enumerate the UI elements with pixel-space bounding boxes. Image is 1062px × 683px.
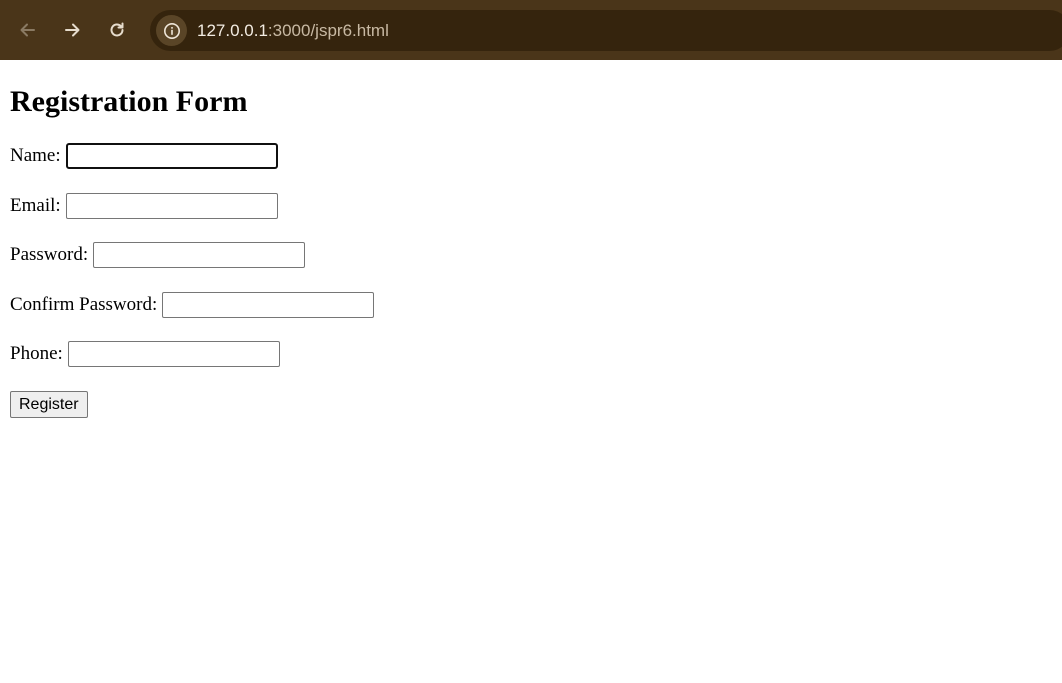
page-title: Registration Form <box>10 85 248 118</box>
name-field[interactable] <box>65 143 278 169</box>
address-bar[interactable]: 127.0.0.1:3000/jspr6.html <box>150 10 1062 51</box>
phone-field[interactable] <box>67 341 280 367</box>
browser-toolbar: 127.0.0.1:3000/jspr6.html <box>0 0 1062 60</box>
confirm-password-field[interactable] <box>162 292 375 318</box>
page-content: Registration Form Name: Email: Password:… <box>0 60 1062 683</box>
url-host: 127.0.0.1 <box>197 21 268 40</box>
register-button[interactable]: Register <box>10 391 88 418</box>
confirm-password-label: Confirm Password: <box>10 294 158 315</box>
password-row: Password: <box>10 242 306 268</box>
info-icon <box>163 22 180 39</box>
arrow-right-icon <box>65 23 80 37</box>
name-label: Name: <box>10 145 61 166</box>
url-path: :3000/jspr6.html <box>267 21 389 40</box>
phone-label: Phone: <box>10 343 63 364</box>
email-label: Email: <box>10 195 61 216</box>
site-info-button[interactable] <box>156 15 187 46</box>
reload-icon <box>110 22 124 37</box>
email-field[interactable] <box>65 193 278 219</box>
back-button[interactable] <box>12 14 44 46</box>
password-label: Password: <box>10 244 89 265</box>
forward-button[interactable] <box>56 14 88 46</box>
password-field[interactable] <box>93 242 306 268</box>
url-text: 127.0.0.1:3000/jspr6.html <box>197 20 389 41</box>
email-row: Email: <box>10 193 278 219</box>
confirm-password-row: Confirm Password: <box>10 292 375 318</box>
arrow-left-icon <box>20 23 35 37</box>
reload-button[interactable] <box>101 14 133 46</box>
name-row: Name: <box>10 143 278 169</box>
phone-row: Phone: <box>10 341 280 367</box>
